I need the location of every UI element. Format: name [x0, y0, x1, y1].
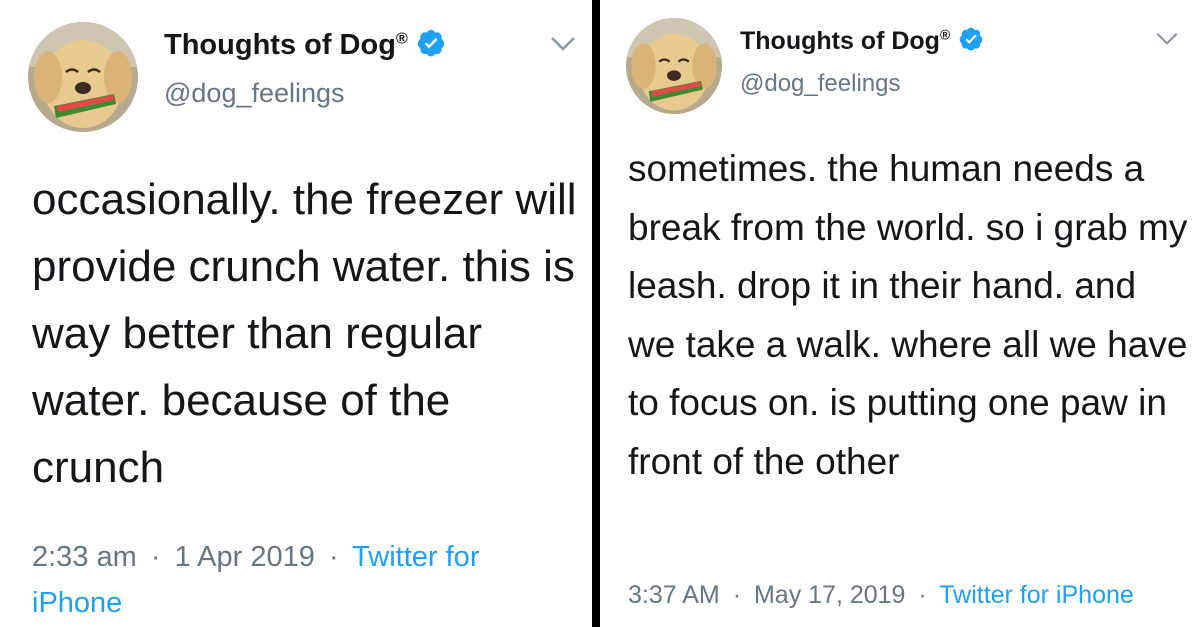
author-name[interactable]: Thoughts of Dog® [740, 27, 950, 56]
author-row: Thoughts of Dog® [740, 26, 984, 57]
verified-badge-icon [958, 26, 984, 57]
author-name[interactable]: Thoughts of Dog® [164, 29, 408, 62]
tweet-date[interactable]: May 17, 2019 [754, 581, 906, 609]
author-handle[interactable]: @dog_feelings [740, 70, 900, 98]
meta-separator: · [150, 541, 161, 573]
tweet-meta: 2:33 am · 1 Apr 2019 · Twitter for iPhon… [32, 534, 552, 626]
meta-separator: · [328, 541, 339, 573]
meta-separator: · [732, 581, 742, 609]
author-row: Thoughts of Dog® [164, 28, 446, 63]
tweet-meta: 3:37 AM · May 17, 2019 · Twitter for iPh… [628, 578, 1188, 612]
meta-separator: · [918, 581, 927, 609]
tweet-text: sometimes. the human needs a break from … [628, 148, 1188, 482]
tweet-text: occasionally. the freezer will provide c… [32, 175, 577, 492]
tweet-time[interactable]: 3:37 AM [628, 581, 720, 609]
author-handle[interactable]: @dog_feelings [164, 78, 345, 109]
dog-avatar-icon [28, 22, 138, 132]
panel-divider [592, 0, 600, 627]
chevron-down-icon[interactable] [550, 36, 576, 57]
verified-badge-icon [416, 28, 446, 63]
avatar[interactable] [626, 18, 722, 114]
tweet-date[interactable]: 1 Apr 2019 [175, 541, 315, 573]
avatar[interactable] [28, 22, 138, 132]
tweet-card-left: Thoughts of Dog® @dog_feelings occasiona… [0, 0, 592, 627]
dog-avatar-icon [626, 18, 722, 114]
tweet-time[interactable]: 2:33 am [32, 541, 137, 573]
tweet-card-right: Thoughts of Dog® @dog_feelings sometimes… [600, 0, 1200, 627]
chevron-down-icon[interactable] [1155, 32, 1179, 51]
tweet-source-link[interactable]: Twitter for iPhone [939, 581, 1134, 609]
